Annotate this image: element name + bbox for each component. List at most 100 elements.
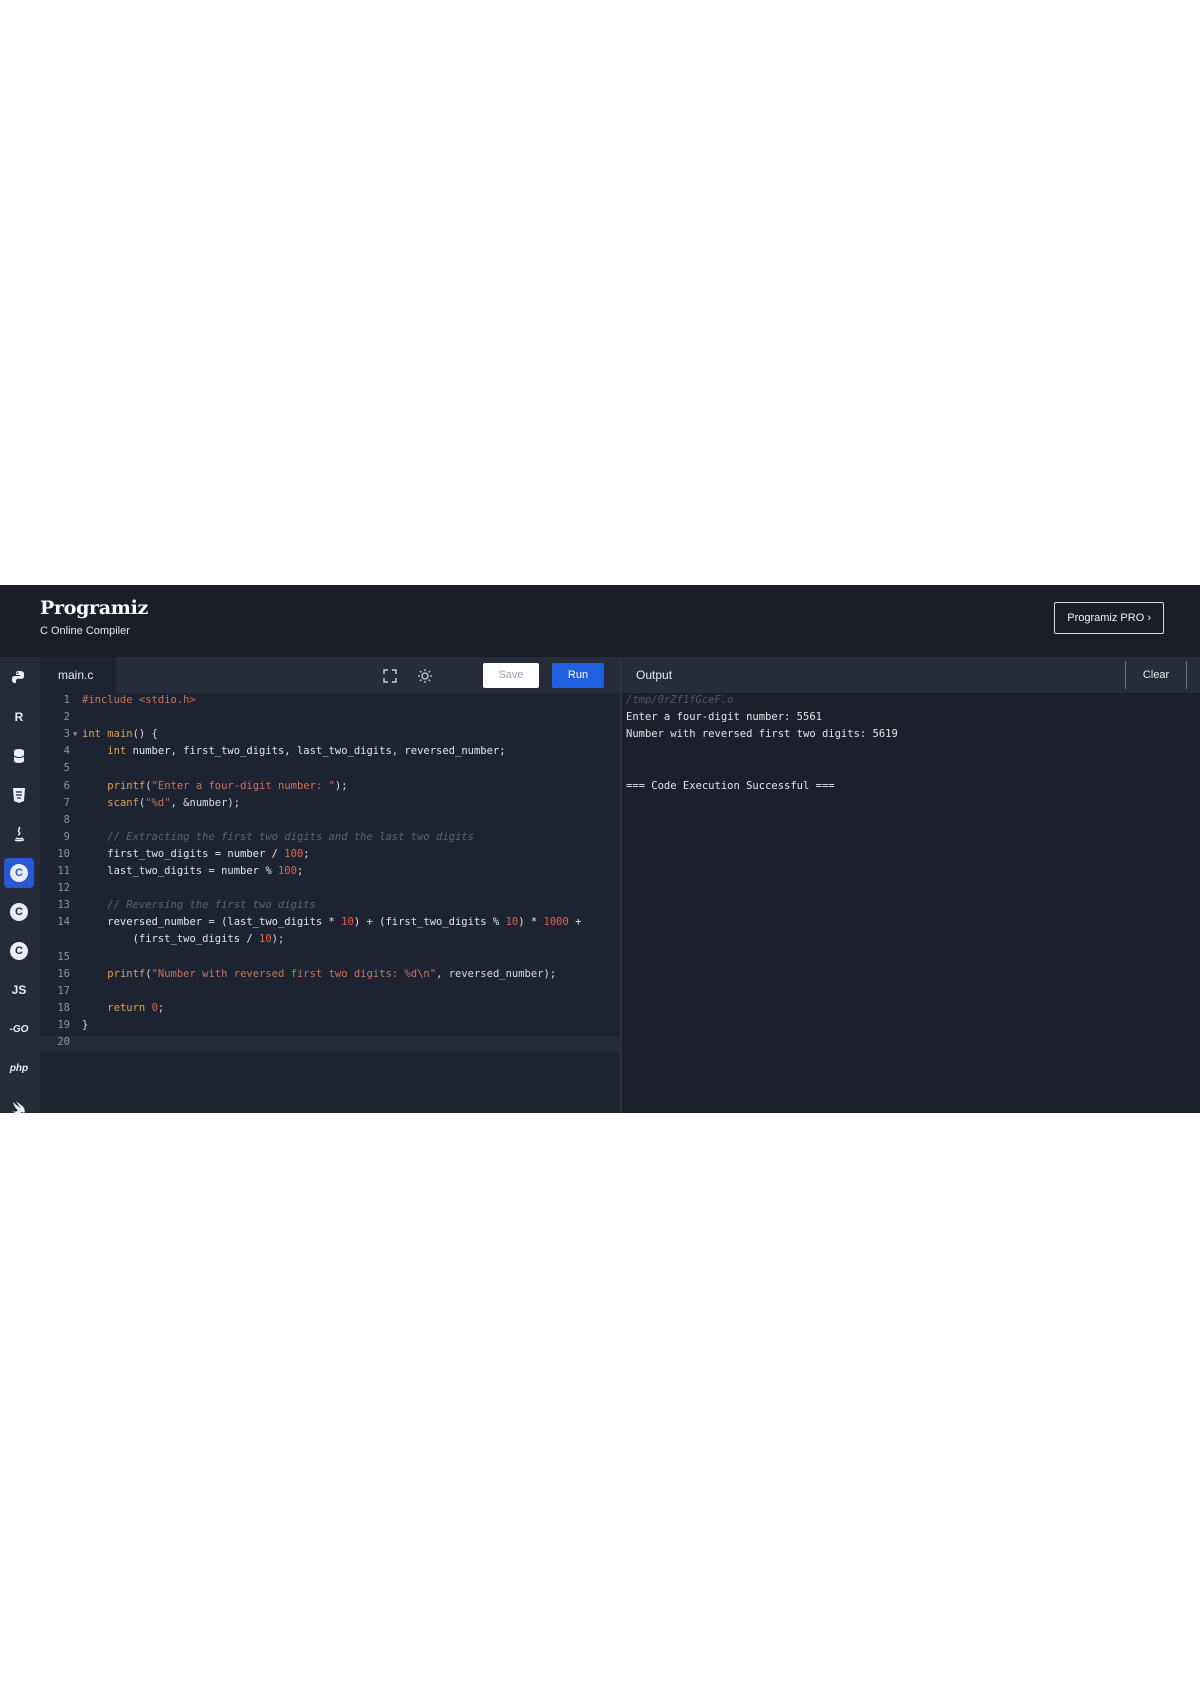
code-line[interactable]: 2 xyxy=(40,711,620,728)
sidebar-item-java[interactable] xyxy=(4,819,34,849)
run-button[interactable]: Run xyxy=(552,663,604,688)
output-panel: Output Clear /tmp/0rZf1fGceF.o Enter a fo… xyxy=(622,657,1200,1113)
line-source: scanf("%d", &number); xyxy=(82,797,240,809)
code-token: int xyxy=(107,745,133,758)
sidebar-item-php[interactable]: php xyxy=(4,1053,34,1083)
line-source: } xyxy=(82,1019,88,1031)
fullscreen-button[interactable] xyxy=(379,665,401,687)
code-token: } xyxy=(82,1018,89,1031)
code-token: 10 xyxy=(259,933,272,946)
line-number: 12 xyxy=(57,882,70,895)
code-token: "%d" xyxy=(145,796,171,809)
line-number: 9 xyxy=(63,830,70,843)
code-token: , &number); xyxy=(170,796,241,809)
code-line[interactable]: 9 // Extracting the first two digits and… xyxy=(40,831,620,848)
output-toolbar: Output Clear xyxy=(622,657,1200,693)
output-line: Enter a four-digit number: 5561 xyxy=(626,711,822,724)
code-area[interactable]: 1 #include <stdio.h> 2 3 ▾ int main() {4 int … xyxy=(40,693,620,1113)
sidebar-item-c[interactable]: C xyxy=(4,858,34,888)
code-token: "Enter a four-digit number: " xyxy=(151,779,335,792)
line-number: 14 xyxy=(57,916,70,929)
line-number: 6 xyxy=(63,779,70,792)
code-token: ; xyxy=(303,847,310,860)
code-line[interactable]: 16 printf("Number with reversed first tw… xyxy=(40,968,620,985)
line-source: printf("Enter a four-digit number: "); xyxy=(82,779,348,792)
sidebar-item-go[interactable]: -GO xyxy=(4,1014,34,1044)
code-line[interactable]: 14 reversed_number = (last_two_digits * … xyxy=(40,916,620,933)
theme-toggle-button[interactable] xyxy=(414,665,436,687)
code-line[interactable]: 1 #include <stdio.h> xyxy=(40,694,620,711)
html-icon xyxy=(13,788,25,803)
sidebar-item-sql[interactable] xyxy=(4,741,34,771)
compiler-app: Programiz C Online Compiler Programiz PR… xyxy=(0,585,1200,1114)
php-icon: php xyxy=(9,1062,29,1074)
code-token: () { xyxy=(132,728,158,741)
sidebar-item-cpp[interactable]: C xyxy=(4,897,34,927)
code-line[interactable]: 15 xyxy=(40,951,620,968)
code-token: ); xyxy=(334,779,348,792)
line-source: last_two_digits = number % 100; xyxy=(82,865,303,877)
code-token: 10 xyxy=(505,916,519,929)
line-number: 13 xyxy=(57,899,70,912)
output-line: === Code Execution Successful === xyxy=(626,779,835,792)
code-line[interactable]: 10 first_two_digits = number / 100; xyxy=(40,848,620,865)
save-button[interactable]: Save xyxy=(483,663,539,688)
line-number: 4 xyxy=(63,745,70,758)
fullscreen-icon xyxy=(383,669,397,683)
line-source: #include <stdio.h> xyxy=(82,694,196,706)
page-subtitle: C Online Compiler xyxy=(40,625,130,637)
line-number: 2 xyxy=(63,711,70,724)
code-line[interactable]: 12 xyxy=(40,882,620,899)
go-icon: -GO xyxy=(9,1023,29,1035)
sidebar-item-r[interactable]: R xyxy=(4,702,34,732)
java-icon xyxy=(14,826,25,842)
c-icon: C xyxy=(10,864,28,882)
code-token: ) * xyxy=(518,916,544,929)
code-token: first_two_digits = number / xyxy=(82,847,285,860)
file-tab-main-c[interactable]: main.c xyxy=(40,657,116,693)
line-source: int number, first_two_digits, last_two_d… xyxy=(82,745,505,758)
sidebar-item-csharp[interactable]: C xyxy=(4,936,34,966)
code-line[interactable]: 8 xyxy=(40,814,620,831)
language-sidebar: R C C C JS -GO php xyxy=(0,657,40,1114)
code-line[interactable]: 18 return 0; xyxy=(40,1002,620,1019)
code-line[interactable]: 3 ▾ int main() { xyxy=(40,728,620,745)
output-line: Number with reversed first two digits: 5… xyxy=(626,728,898,741)
python-icon xyxy=(12,671,24,683)
fold-toggle[interactable]: ▾ xyxy=(72,728,78,740)
code-line[interactable]: 6 printf("Enter a four-digit number: "); xyxy=(40,780,620,797)
code-token: return xyxy=(107,1001,152,1014)
code-token: reversed_number = (last_two_digits * xyxy=(82,916,342,929)
programiz-pro-button[interactable]: Programiz PRO › xyxy=(1054,602,1164,634)
code-token: ; xyxy=(157,1001,165,1014)
sidebar-item-js[interactable]: JS xyxy=(4,975,34,1005)
line-number: 20 xyxy=(57,1036,70,1048)
clear-button[interactable]: Clear xyxy=(1125,661,1187,689)
code-line[interactable]: 19} xyxy=(40,1019,620,1036)
code-token: printf xyxy=(107,967,146,980)
code-line[interactable]: 20 xyxy=(40,1036,620,1053)
code-token: // Reversing the first two digits xyxy=(107,899,316,912)
programiz-logo: Programiz xyxy=(40,597,148,619)
code-line[interactable]: 13 // Reversing the first two digits xyxy=(40,899,620,916)
cpp-icon: C xyxy=(10,903,28,921)
sidebar-item-swift[interactable] xyxy=(4,1092,34,1122)
sidebar-item-python[interactable] xyxy=(4,663,34,693)
code-token: "Number with reversed first two digits: … xyxy=(151,967,437,980)
code-line[interactable]: 17 xyxy=(40,985,620,1002)
code-token: <stdio.h> xyxy=(138,694,196,706)
code-line[interactable]: 11 last_two_digits = number % 100; xyxy=(40,865,620,882)
code-line[interactable]: 5 xyxy=(40,762,620,779)
output-title: Output xyxy=(636,668,673,682)
sidebar-item-html[interactable] xyxy=(4,780,34,810)
code-token: printf xyxy=(107,779,146,792)
code-line[interactable]: 7 scanf("%d", &number); xyxy=(40,797,620,814)
brand[interactable]: Programiz C Online Compiler xyxy=(40,597,148,637)
code-line[interactable]: (first_two_digits / 10); xyxy=(40,933,620,950)
code-line[interactable]: 4 int number, first_two_digits, last_two… xyxy=(40,745,620,762)
